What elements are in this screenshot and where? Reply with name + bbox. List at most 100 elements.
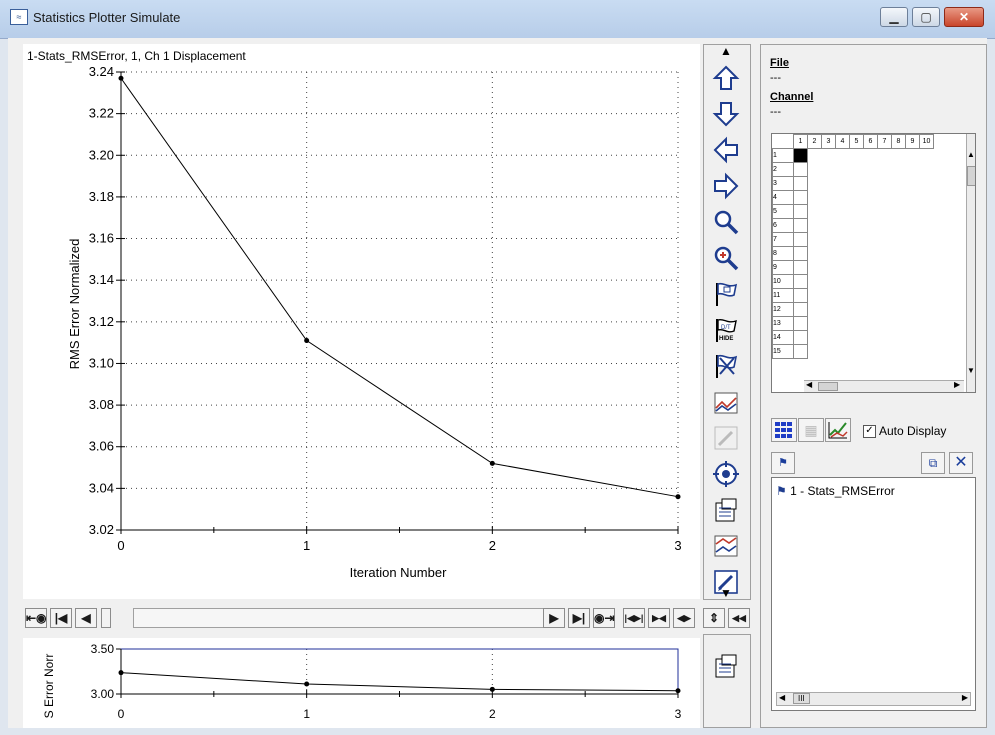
grid-cell[interactable] — [836, 289, 850, 303]
grid-cell[interactable] — [864, 149, 878, 163]
grid-cell[interactable] — [836, 205, 850, 219]
grid-cell[interactable] — [906, 149, 920, 163]
grid-column-header[interactable]: 2 — [807, 134, 822, 149]
collapse-button[interactable]: ◀◀ — [728, 608, 750, 628]
grid-cell[interactable] — [864, 205, 878, 219]
grid-cell[interactable] — [864, 261, 878, 275]
grid-cell[interactable] — [836, 275, 850, 289]
grid-row-header[interactable]: 14 — [772, 330, 794, 345]
grid-cell[interactable] — [878, 219, 892, 233]
grid-cell[interactable] — [920, 149, 934, 163]
grid-cell[interactable] — [878, 345, 892, 359]
check-chart-icon[interactable] — [825, 418, 851, 442]
grid-cell[interactable] — [864, 219, 878, 233]
grid-cell[interactable] — [920, 289, 934, 303]
grid-cell[interactable] — [808, 177, 822, 191]
grid-cell[interactable] — [808, 247, 822, 261]
grid-row-header[interactable]: 9 — [772, 260, 794, 275]
grid-column-header[interactable]: 7 — [877, 134, 892, 149]
grid-row-header[interactable]: 12 — [772, 302, 794, 317]
grid-cell[interactable] — [892, 303, 906, 317]
pan-right-button[interactable] — [710, 171, 742, 201]
grid-cell[interactable] — [878, 275, 892, 289]
grid-column-header[interactable]: 5 — [849, 134, 864, 149]
grid-cell[interactable] — [822, 177, 836, 191]
grid-cell[interactable] — [836, 345, 850, 359]
grid-cell[interactable] — [892, 275, 906, 289]
grid-cell[interactable] — [864, 345, 878, 359]
pan-up-button[interactable] — [710, 63, 742, 93]
grid-cell[interactable] — [808, 205, 822, 219]
grid-cell[interactable] — [793, 190, 808, 205]
horizontal-scroll-track[interactable] — [133, 608, 561, 628]
grid-cell[interactable] — [836, 247, 850, 261]
grid-cell[interactable] — [878, 177, 892, 191]
zoom-in-x-button[interactable]: ▶◀ — [648, 608, 670, 628]
grid-row-header[interactable]: 5 — [772, 204, 794, 219]
grid-cell[interactable] — [808, 317, 822, 331]
grid-cell[interactable] — [892, 317, 906, 331]
grid-cell[interactable] — [878, 149, 892, 163]
grid-cell[interactable] — [822, 219, 836, 233]
zoom-full-button[interactable]: |◀▶| — [623, 608, 645, 628]
grid-cell[interactable] — [836, 163, 850, 177]
grid-cell[interactable] — [892, 205, 906, 219]
grid-cell[interactable] — [878, 163, 892, 177]
grid-cell[interactable] — [850, 191, 864, 205]
grid-cell[interactable] — [892, 163, 906, 177]
grid-cell[interactable] — [836, 261, 850, 275]
grid-cell[interactable] — [906, 177, 920, 191]
grid-cell[interactable] — [864, 233, 878, 247]
grid-row-header[interactable]: 15 — [772, 344, 794, 359]
goto-last-marker-button[interactable]: ◉⇥ — [593, 608, 615, 628]
grid-cell[interactable] — [920, 275, 934, 289]
grid-cell[interactable] — [920, 303, 934, 317]
grid-column-header[interactable]: 10 — [919, 134, 934, 149]
grid-cell[interactable] — [850, 177, 864, 191]
remove-list-icon[interactable]: ✕ — [949, 452, 973, 474]
grid-cell[interactable] — [878, 233, 892, 247]
grid-cell[interactable] — [822, 247, 836, 261]
grid-cell[interactable] — [822, 163, 836, 177]
grid-cell[interactable] — [906, 191, 920, 205]
grid-cell[interactable] — [906, 275, 920, 289]
grid-cell[interactable] — [850, 345, 864, 359]
flag-list-icon[interactable]: ⚑ — [771, 452, 795, 474]
grid-cell[interactable] — [878, 261, 892, 275]
flag-marker-icon[interactable] — [710, 279, 742, 309]
goto-start-button[interactable]: |◀ — [50, 608, 72, 628]
grid-cell[interactable] — [906, 345, 920, 359]
grid-row-header[interactable]: 7 — [772, 232, 794, 247]
grid-cell[interactable] — [793, 302, 808, 317]
pan-down-button[interactable] — [710, 99, 742, 129]
grid-cell[interactable] — [920, 205, 934, 219]
grid-cell[interactable] — [906, 163, 920, 177]
grid-cell[interactable] — [850, 149, 864, 163]
grid-scroll-up-arrow[interactable]: ▲ — [967, 150, 975, 159]
grid-row-header[interactable]: 11 — [772, 288, 794, 303]
grid-cell[interactable] — [906, 233, 920, 247]
scroll-left-arrow[interactable] — [101, 608, 111, 628]
grid-cell[interactable] — [906, 205, 920, 219]
grid-cell[interactable] — [878, 331, 892, 345]
grid-cell[interactable] — [836, 233, 850, 247]
grid-column-header[interactable]: 8 — [891, 134, 906, 149]
chart-data-icon[interactable] — [710, 387, 742, 417]
grid-hscroll-thumb[interactable] — [818, 382, 838, 391]
grid-scroll-thumb[interactable] — [967, 166, 975, 186]
grid-cell[interactable] — [808, 163, 822, 177]
grid-cell[interactable] — [864, 247, 878, 261]
grid-cell[interactable] — [906, 219, 920, 233]
grid-cell[interactable] — [822, 331, 836, 345]
grid-cell[interactable] — [850, 331, 864, 345]
expand-button[interactable]: ⇕ — [703, 608, 725, 628]
grid-horizontal-scrollbar[interactable]: ◀ ▶ — [804, 380, 964, 392]
grid-cell[interactable] — [808, 191, 822, 205]
grid-cell[interactable] — [793, 148, 808, 163]
grid-cell[interactable] — [850, 233, 864, 247]
grid-cell[interactable] — [920, 191, 934, 205]
minimize-button[interactable]: ▁ — [880, 7, 908, 27]
close-button[interactable]: ✕ — [944, 7, 984, 27]
grid-cell[interactable] — [808, 303, 822, 317]
grid-column-header[interactable]: 6 — [863, 134, 878, 149]
